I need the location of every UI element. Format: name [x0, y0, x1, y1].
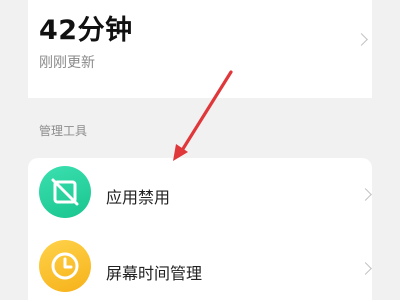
- chevron-right-icon: [359, 188, 372, 201]
- list-item-label: 屏幕时间管理: [106, 264, 203, 283]
- chevron-right-icon: [355, 33, 368, 46]
- list-item-app-disable[interactable]: 应用禁用: [28, 158, 372, 236]
- tools-list: 应用禁用 屏幕时间管理: [28, 158, 372, 300]
- app-block-icon: [39, 166, 91, 218]
- updated-status: 刚刚更新: [39, 55, 95, 71]
- list-item-screen-time[interactable]: 屏幕时间管理: [28, 236, 372, 300]
- chevron-right-icon: [359, 262, 372, 275]
- usage-time-value: 42分钟: [39, 15, 133, 46]
- usage-summary-card[interactable]: 42分钟 刚刚更新: [28, 0, 372, 98]
- section-header-manage-tools: 管理工具: [39, 124, 88, 138]
- clock-icon: [39, 240, 91, 292]
- list-item-label: 应用禁用: [106, 188, 171, 207]
